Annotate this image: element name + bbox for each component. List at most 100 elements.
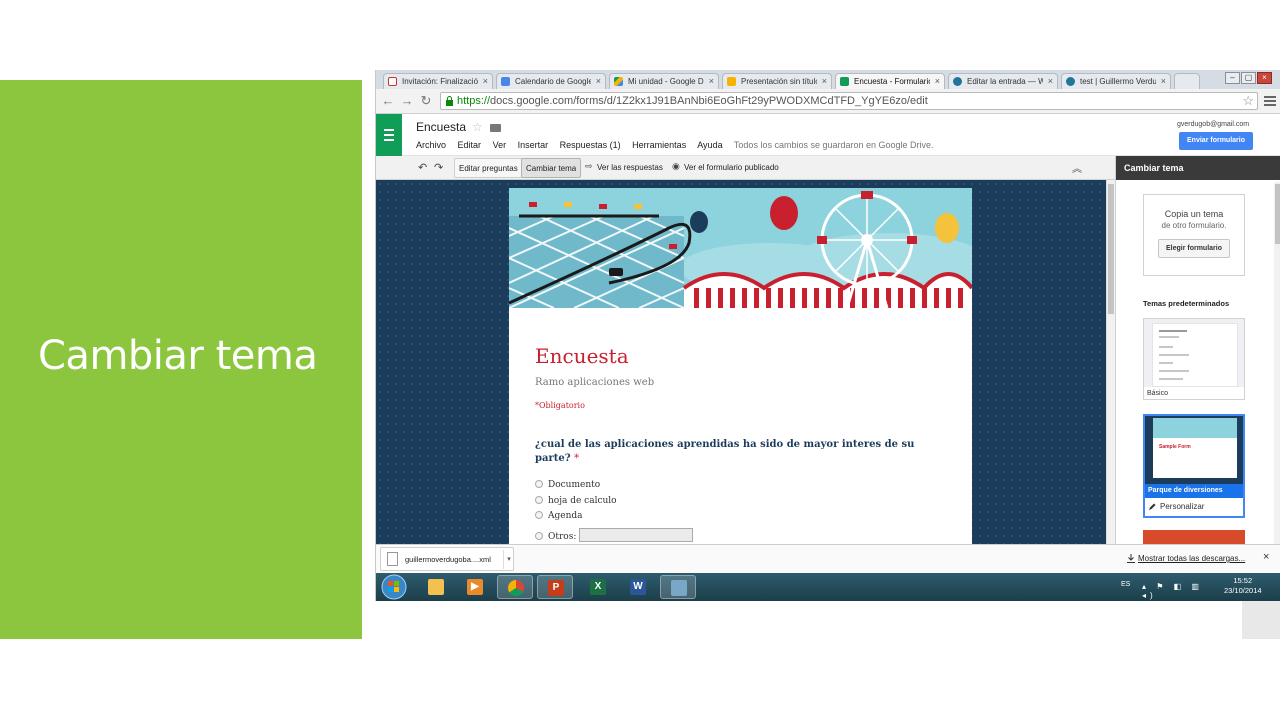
close-icon[interactable]: × bbox=[1048, 76, 1053, 86]
edit-questions-button[interactable]: Editar preguntas bbox=[454, 158, 523, 178]
show-all-downloads-link[interactable]: Mostrar todas las descargas... bbox=[1138, 554, 1245, 563]
folder-icon[interactable] bbox=[490, 124, 501, 132]
address-bar[interactable]: https://docs.google.com/forms/d/1Z2kx1J9… bbox=[440, 92, 1258, 110]
url-text: https://docs.google.com/forms/d/1Z2kx1J9… bbox=[457, 95, 928, 107]
app-taskbar-item[interactable] bbox=[660, 575, 696, 599]
powerpoint-taskbar-item[interactable]: P bbox=[537, 575, 573, 599]
downloads-bar: guillermoverdugoba....xml ▾ Mostrar toda… bbox=[376, 544, 1280, 573]
powerpoint-icon: P bbox=[548, 580, 564, 596]
close-icon[interactable]: × bbox=[935, 76, 940, 86]
redo-icon[interactable]: ↷ bbox=[434, 161, 443, 174]
menu-herramientas[interactable]: Herramientas bbox=[632, 140, 686, 150]
chevron-down-icon[interactable]: ▾ bbox=[503, 550, 514, 569]
menu-respuestas[interactable]: Respuestas (1) bbox=[560, 140, 621, 150]
chrome-taskbar-item[interactable] bbox=[497, 575, 533, 599]
back-icon[interactable]: ← bbox=[380, 93, 396, 109]
tab-calendario[interactable]: Calendario de Google × bbox=[496, 73, 606, 89]
wordpress-icon bbox=[1066, 77, 1075, 86]
download-item[interactable]: guillermoverdugoba....xml ▾ bbox=[380, 547, 514, 571]
excel-taskbar-item[interactable]: X bbox=[580, 575, 616, 599]
document-title[interactable]: Encuesta bbox=[416, 120, 466, 134]
save-status: Todos los cambios se guardaron en Google… bbox=[733, 140, 934, 150]
editor-toolbar: ↶ ↷ Editar preguntas Cambiar tema ⇨ Ver … bbox=[376, 156, 1115, 180]
pencil-icon bbox=[1149, 503, 1156, 510]
question-title: ¿cual de las aplicaciones aprendidas ha … bbox=[535, 439, 915, 464]
required-note: *Obligatorio bbox=[535, 401, 585, 410]
close-window-icon[interactable]: × bbox=[1257, 72, 1272, 84]
new-tab-button[interactable] bbox=[1174, 73, 1200, 89]
windows-taskbar: ▶ P X W ES ▴ ⚑ ◧ ▥ ◂) 15:52 23/10/2014 bbox=[376, 573, 1280, 601]
park-theme-sample-title: Sample Form bbox=[1159, 444, 1191, 450]
radio-button[interactable] bbox=[535, 496, 543, 504]
forms-home-icon[interactable] bbox=[376, 114, 402, 156]
browser-menu-icon[interactable] bbox=[1264, 94, 1276, 108]
send-form-button[interactable]: Enviar formulario bbox=[1179, 132, 1253, 150]
tab-invitacion[interactable]: Invitación: Finalizació × bbox=[383, 73, 493, 89]
undo-icon[interactable]: ↶ bbox=[418, 161, 427, 174]
theme-next-preview[interactable] bbox=[1143, 530, 1245, 544]
option-documento[interactable]: Documento bbox=[535, 480, 600, 490]
forms-header: Encuesta ☆ Archivo Editar Ver Insertar R… bbox=[376, 114, 1280, 156]
radio-button[interactable] bbox=[535, 511, 543, 519]
close-downloads-icon[interactable]: × bbox=[1263, 551, 1269, 563]
download-filename: guillermoverdugoba....xml bbox=[405, 555, 491, 564]
menu-ver[interactable]: Ver bbox=[493, 140, 507, 150]
option-agenda[interactable]: Agenda bbox=[535, 511, 583, 521]
radio-button[interactable] bbox=[535, 532, 543, 540]
canvas-scrollbar[interactable] bbox=[1106, 180, 1115, 544]
windows-start-icon[interactable] bbox=[378, 574, 410, 600]
download-icon bbox=[1127, 554, 1135, 563]
tab-presentacion[interactable]: Presentación sin título × bbox=[722, 73, 832, 89]
close-icon[interactable]: × bbox=[822, 76, 827, 86]
close-icon[interactable]: × bbox=[709, 76, 714, 86]
language-indicator[interactable]: ES bbox=[1121, 581, 1130, 588]
option-hoja-de-calculo[interactable]: hoja de calculo bbox=[535, 496, 617, 506]
forward-icon[interactable]: → bbox=[399, 93, 415, 109]
menu-archivo[interactable]: Archivo bbox=[416, 140, 446, 150]
slides-icon bbox=[727, 77, 736, 86]
tab-mi-unidad[interactable]: Mi unidad - Google Dr × bbox=[609, 73, 719, 89]
copy-theme-box: Copia un tema de otro formulario. Elegir… bbox=[1143, 194, 1245, 276]
media-player-taskbar-item[interactable]: ▶ bbox=[457, 575, 493, 599]
minimize-icon[interactable]: – bbox=[1225, 72, 1240, 84]
theme-panel: Cambiar tema Copia un tema de otro formu… bbox=[1115, 156, 1280, 544]
view-published-button[interactable]: Ver el formulario publicado bbox=[684, 158, 779, 178]
other-input[interactable] bbox=[579, 528, 694, 542]
close-icon[interactable]: × bbox=[483, 76, 488, 86]
menu-bar: Archivo Editar Ver Insertar Respuestas (… bbox=[416, 140, 943, 150]
close-icon[interactable]: × bbox=[1161, 76, 1166, 86]
theme-basic[interactable]: Básico bbox=[1143, 318, 1245, 400]
tab-encuesta[interactable]: Encuesta - Formulario × bbox=[835, 73, 945, 89]
computer-icon bbox=[671, 580, 687, 596]
bookmark-star-icon[interactable]: ☆ bbox=[1242, 93, 1254, 109]
collapse-icon[interactable]: ︽ bbox=[1072, 160, 1082, 175]
account-email[interactable]: gverdugob@gmail.com bbox=[1177, 121, 1249, 128]
system-tray-icons[interactable]: ▴ ⚑ ◧ ▥ ◂) bbox=[1142, 582, 1212, 600]
star-icon[interactable]: ☆ bbox=[472, 120, 483, 134]
maximize-icon[interactable]: ▢ bbox=[1241, 72, 1256, 84]
wordpress-icon bbox=[953, 77, 962, 86]
customize-theme-link[interactable]: Personalizar bbox=[1149, 502, 1204, 511]
explorer-taskbar-item[interactable] bbox=[418, 575, 454, 599]
menu-editar[interactable]: Editar bbox=[458, 140, 482, 150]
reload-icon[interactable]: ↻ bbox=[418, 93, 434, 109]
park-theme-caption: Parque de diversiones bbox=[1145, 484, 1243, 498]
theme-panel-scrollbar[interactable] bbox=[1274, 182, 1280, 544]
drive-icon bbox=[614, 77, 623, 86]
radio-button[interactable] bbox=[535, 480, 543, 488]
menu-insertar[interactable]: Insertar bbox=[518, 140, 549, 150]
close-icon[interactable]: × bbox=[596, 76, 601, 86]
theme-parque-de-diversiones[interactable]: Sample Form Parque de diversiones Person… bbox=[1143, 414, 1245, 518]
tab-editar-entrada[interactable]: Editar la entrada — W × bbox=[948, 73, 1058, 89]
change-theme-button[interactable]: Cambiar tema bbox=[521, 158, 582, 178]
tab-test[interactable]: test | Guillermo Verdu × bbox=[1061, 73, 1171, 89]
system-clock[interactable]: 15:52 23/10/2014 bbox=[1224, 576, 1262, 596]
form-preview: Encuesta Ramo aplicaciones web *Obligato… bbox=[509, 188, 972, 544]
choose-form-button[interactable]: Elegir formulario bbox=[1158, 239, 1230, 258]
gmail-icon bbox=[388, 77, 397, 86]
view-responses-button[interactable]: Ver las respuestas bbox=[597, 158, 663, 178]
form-canvas: Encuesta Ramo aplicaciones web *Obligato… bbox=[376, 180, 1106, 544]
word-taskbar-item[interactable]: W bbox=[620, 575, 656, 599]
menu-ayuda[interactable]: Ayuda bbox=[697, 140, 722, 150]
option-otros[interactable]: Otros: bbox=[535, 528, 694, 542]
